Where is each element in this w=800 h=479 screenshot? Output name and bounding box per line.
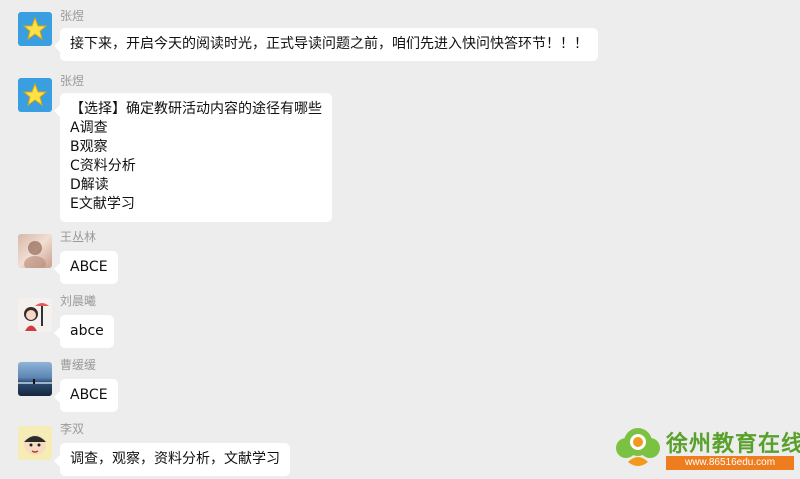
sender-name: 王丛林 bbox=[60, 230, 97, 244]
cartoon-girl-icon bbox=[18, 298, 52, 332]
option-text: B观察 bbox=[70, 139, 108, 155]
watermark-logo: 徐州教育在线 www.86516edu.com bbox=[612, 420, 800, 474]
sender-name: 刘晨曦 bbox=[60, 294, 97, 308]
message-text: ABCE bbox=[70, 259, 108, 275]
sender-name: 李双 bbox=[60, 422, 85, 436]
message-text: 调查，观察，资料分析，文献学习 bbox=[70, 451, 280, 467]
option-text: D解读 bbox=[70, 177, 109, 193]
message-bubble[interactable]: abce bbox=[54, 315, 114, 348]
message-bubble[interactable]: ABCE bbox=[54, 251, 118, 284]
profile-photo-icon bbox=[24, 241, 46, 268]
avatar[interactable] bbox=[18, 426, 52, 460]
tree-logo-icon bbox=[616, 428, 660, 466]
message-text: 接下来，开启今天的阅读时光，正式导读问题之前，咱们先进入快问快答环节！！！ bbox=[70, 36, 588, 52]
watermark-url: www.86516edu.com bbox=[666, 456, 794, 470]
sender-name: 张煜 bbox=[60, 74, 85, 88]
message-bubble[interactable]: ABCE bbox=[54, 379, 118, 412]
avatar[interactable] bbox=[18, 78, 52, 112]
sender-name: 张煜 bbox=[60, 9, 85, 23]
star-icon bbox=[22, 16, 48, 41]
message-bubble[interactable]: 接下来，开启今天的阅读时光，正式导读问题之前，咱们先进入快问快答环节！！！ bbox=[54, 28, 598, 61]
sender-name: 曹缓缓 bbox=[60, 358, 97, 372]
landscape-photo-icon bbox=[18, 379, 52, 384]
avatar[interactable] bbox=[18, 12, 52, 46]
option-text: E文献学习 bbox=[70, 196, 135, 212]
avatar[interactable] bbox=[18, 362, 52, 396]
avatar[interactable] bbox=[18, 298, 52, 332]
avatar[interactable] bbox=[18, 234, 52, 268]
option-text: A调查 bbox=[70, 120, 108, 136]
message-text: ABCE bbox=[70, 387, 108, 403]
message-bubble[interactable]: 调查，观察，资料分析，文献学习 bbox=[54, 443, 290, 476]
option-text: C资料分析 bbox=[70, 158, 136, 174]
star-icon bbox=[22, 82, 48, 107]
message-text: abce bbox=[70, 323, 104, 339]
cartoon-boy-icon bbox=[24, 435, 46, 455]
question-text: 【选择】确定教研活动内容的途径有哪些 bbox=[70, 101, 322, 117]
watermark-title: 徐州教育在线 bbox=[666, 432, 800, 457]
message-bubble[interactable]: 【选择】确定教研活动内容的途径有哪些 A调查 B观察 C资料分析 D解读 E文献… bbox=[54, 93, 332, 222]
